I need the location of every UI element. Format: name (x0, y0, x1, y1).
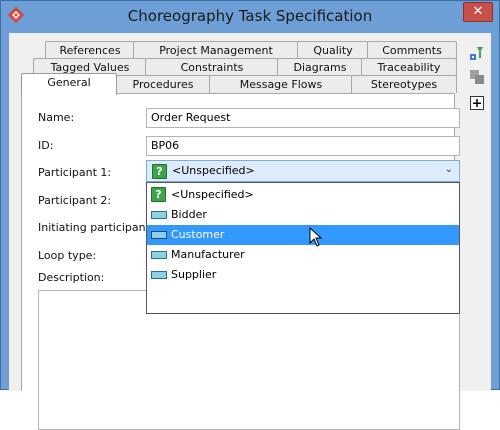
participant1-value: <Unspecified> (172, 164, 255, 177)
mouse-cursor-icon (309, 227, 323, 247)
lane-icon (151, 271, 167, 279)
initiating-participant-label: Initiating participant: (38, 221, 154, 234)
pin-add-icon[interactable] (469, 45, 485, 61)
description-label: Description: (38, 271, 105, 284)
tab-message-flows[interactable]: Message Flows (209, 75, 353, 93)
id-label: ID: (38, 139, 54, 152)
general-panel: Name: Order Request ID: BP06 Participant… (21, 93, 460, 430)
tab-quality[interactable]: Quality (297, 41, 369, 59)
dropdown-option-unspecified[interactable]: ? <Unspecified> (147, 185, 459, 205)
dropdown-option-customer[interactable]: Customer (147, 225, 459, 245)
tab-references[interactable]: References (45, 41, 135, 59)
id-input[interactable]: BP06 (146, 136, 460, 156)
window-title: Choreography Task Specification (127, 7, 373, 25)
dropdown-option-bidder[interactable]: Bidder (147, 205, 459, 225)
title-bar[interactable]: Choreography Task Specification ✕ (1, 1, 499, 33)
lane-icon (151, 231, 167, 239)
tab-project-management[interactable]: Project Management (133, 41, 299, 59)
expand-plus-icon[interactable] (469, 95, 485, 111)
tab-traceability[interactable]: Traceability (361, 58, 457, 76)
participant1-dropdown-list: ? <Unspecified> Bidder Customer Manufact… (146, 182, 460, 314)
tab-diagrams[interactable]: Diagrams (277, 58, 363, 76)
loop-type-label: Loop type: (38, 249, 97, 262)
lane-icon (151, 251, 167, 259)
close-button[interactable]: ✕ (463, 2, 493, 22)
stack-icon[interactable] (469, 69, 485, 85)
tab-stereotypes[interactable]: Stereotypes (351, 75, 457, 93)
tab-constraints[interactable]: Constraints (145, 58, 279, 76)
name-input[interactable]: Order Request (146, 108, 460, 128)
dialog-client: References Project Management Quality Co… (9, 33, 491, 430)
tab-general[interactable]: General (21, 73, 117, 95)
participant1-label: Participant 1: (38, 166, 112, 179)
dialog-window: Choreography Task Specification ✕ Refere… (0, 0, 500, 430)
name-label: Name: (38, 111, 75, 124)
lane-icon (151, 211, 167, 219)
question-icon: ? (151, 187, 166, 202)
dropdown-option-supplier[interactable]: Supplier (147, 265, 459, 285)
tab-comments[interactable]: Comments (367, 41, 457, 59)
participant2-label: Participant 2: (38, 194, 112, 207)
chevron-down-icon[interactable]: ⌄ (445, 164, 453, 175)
question-icon: ? (152, 164, 167, 179)
tab-procedures[interactable]: Procedures (115, 75, 211, 93)
participant1-combo[interactable]: ? <Unspecified> ⌄ (146, 160, 460, 182)
dropdown-option-manufacturer[interactable]: Manufacturer (147, 245, 459, 265)
